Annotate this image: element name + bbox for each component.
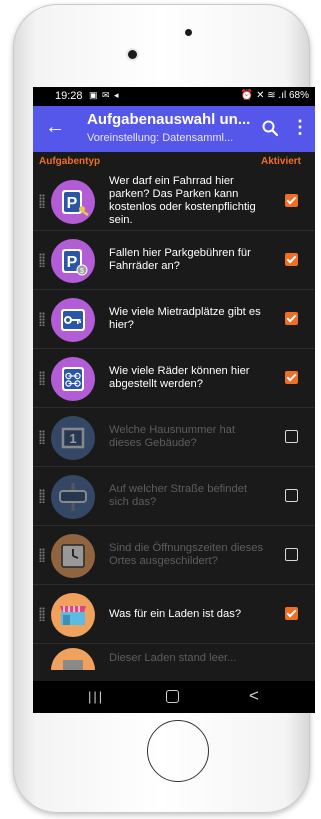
bicycle-parking-capacity-icon <box>51 357 95 401</box>
svg-text:P: P <box>67 254 78 271</box>
quest-row[interactable]: Wie viele Mietradplätze gibt es hier? <box>33 290 315 349</box>
quest-label: Wie viele Mietradplätze gibt es hier? <box>109 306 261 331</box>
quest-row[interactable]: 1 Welche Hausnummer hat dieses Gebäude? <box>33 408 315 467</box>
home-icon[interactable] <box>166 690 179 703</box>
system-nav-bar: ||| < <box>33 681 315 713</box>
quest-label: Dieser Laden stand leer... <box>109 652 237 664</box>
quest-row[interactable]: P $ Fallen hier Parkgebühren für Fahrräde… <box>33 231 315 290</box>
quest-row[interactable]: Was für ein Laden ist das? <box>33 585 315 644</box>
status-notification-icons: ▣ ✉ ◂ <box>89 90 120 100</box>
drag-handle-icon[interactable] <box>39 371 45 385</box>
column-quest-type: Aufgabentyp <box>39 156 101 167</box>
column-header: Aufgabentyp Aktiviert <box>33 152 315 172</box>
status-time: 19:28 <box>55 90 83 102</box>
bicycle-parking-access-icon: P <box>51 180 95 224</box>
speaker-dot <box>185 29 192 36</box>
enabled-checkbox[interactable] <box>285 371 298 384</box>
drag-handle-icon[interactable] <box>39 194 45 208</box>
quest-label: Fallen hier Parkgebühren für Fahrräder a… <box>109 247 251 272</box>
quest-row[interactable]: P Wer darf ein Fahrrad hier parken? Das … <box>33 172 315 231</box>
enabled-checkbox[interactable] <box>285 253 298 266</box>
recent-apps-icon[interactable]: ||| <box>88 689 104 704</box>
enabled-checkbox[interactable] <box>285 489 298 502</box>
quest-label: Sind die Öffnungszeiten dieses Ortes aus… <box>109 542 264 567</box>
quest-row[interactable]: Auf welcher Straße befindet sich das? <box>33 467 315 526</box>
enabled-checkbox[interactable] <box>285 430 298 443</box>
nav-back-icon[interactable]: < <box>249 686 259 706</box>
enabled-checkbox[interactable] <box>285 312 298 325</box>
enabled-checkbox[interactable] <box>285 548 298 561</box>
more-options-icon[interactable]: ⋮ <box>291 118 309 136</box>
quest-list: P Wer darf ein Fahrrad hier parken? Das … <box>33 172 315 670</box>
street-sign-icon <box>51 475 95 519</box>
bicycle-parking-fee-icon: P $ <box>51 239 95 283</box>
preset-subtitle[interactable]: Voreinstellung: Datensamml... <box>87 132 247 144</box>
drag-handle-icon[interactable] <box>39 430 45 444</box>
svg-text:$: $ <box>80 268 84 275</box>
quest-row-partial[interactable]: Dieser Laden stand leer... <box>33 644 315 670</box>
shop-vacant-icon <box>51 648 95 670</box>
app-bar: ← Aufgabenauswahl un... Voreinstellung: … <box>33 106 315 152</box>
enabled-checkbox[interactable] <box>285 194 298 207</box>
physical-home-button[interactable] <box>147 720 209 782</box>
quest-label: Auf welcher Straße befindet sich das? <box>109 483 248 508</box>
phone-screen: 19:28 ▣ ✉ ◂ ⏰ ✕ ≋ .ıl 68% ← Aufgabenausw… <box>33 87 315 713</box>
status-bar: 19:28 ▣ ✉ ◂ ⏰ ✕ ≋ .ıl 68% <box>33 87 315 106</box>
quest-row[interactable]: Wie viele Räder können hier abgestellt w… <box>33 349 315 408</box>
opening-hours-sign-icon <box>51 534 95 578</box>
svg-text:P: P <box>67 195 78 212</box>
quest-label: Wie viele Räder können hier abgestellt w… <box>109 365 250 390</box>
shop-icon <box>51 593 95 637</box>
quest-label: Wer darf ein Fahrrad hier parken? Das Pa… <box>109 175 256 226</box>
page-title: Aufgabenauswahl un... <box>87 111 251 128</box>
drag-handle-icon[interactable] <box>39 253 45 267</box>
front-camera <box>128 50 137 59</box>
column-enabled: Aktiviert <box>260 156 301 167</box>
quest-label: Welche Hausnummer hat dieses Gebäude? <box>109 424 236 449</box>
back-arrow-icon[interactable]: ← <box>45 116 65 138</box>
svg-text:1: 1 <box>69 431 76 446</box>
status-system-icons: ⏰ ✕ ≋ .ıl 68% <box>240 90 309 101</box>
drag-handle-icon[interactable] <box>39 312 45 326</box>
enabled-checkbox[interactable] <box>285 607 298 620</box>
drag-handle-icon[interactable] <box>39 607 45 621</box>
bicycle-rental-capacity-icon <box>51 298 95 342</box>
drag-handle-icon[interactable] <box>39 489 45 503</box>
quest-label: Was für ein Laden ist das? <box>109 607 242 620</box>
drag-handle-icon[interactable] <box>39 548 45 562</box>
housenumber-icon: 1 <box>51 416 95 460</box>
quest-row[interactable]: Sind die Öffnungszeiten dieses Ortes aus… <box>33 526 315 585</box>
search-icon[interactable] <box>261 119 279 137</box>
